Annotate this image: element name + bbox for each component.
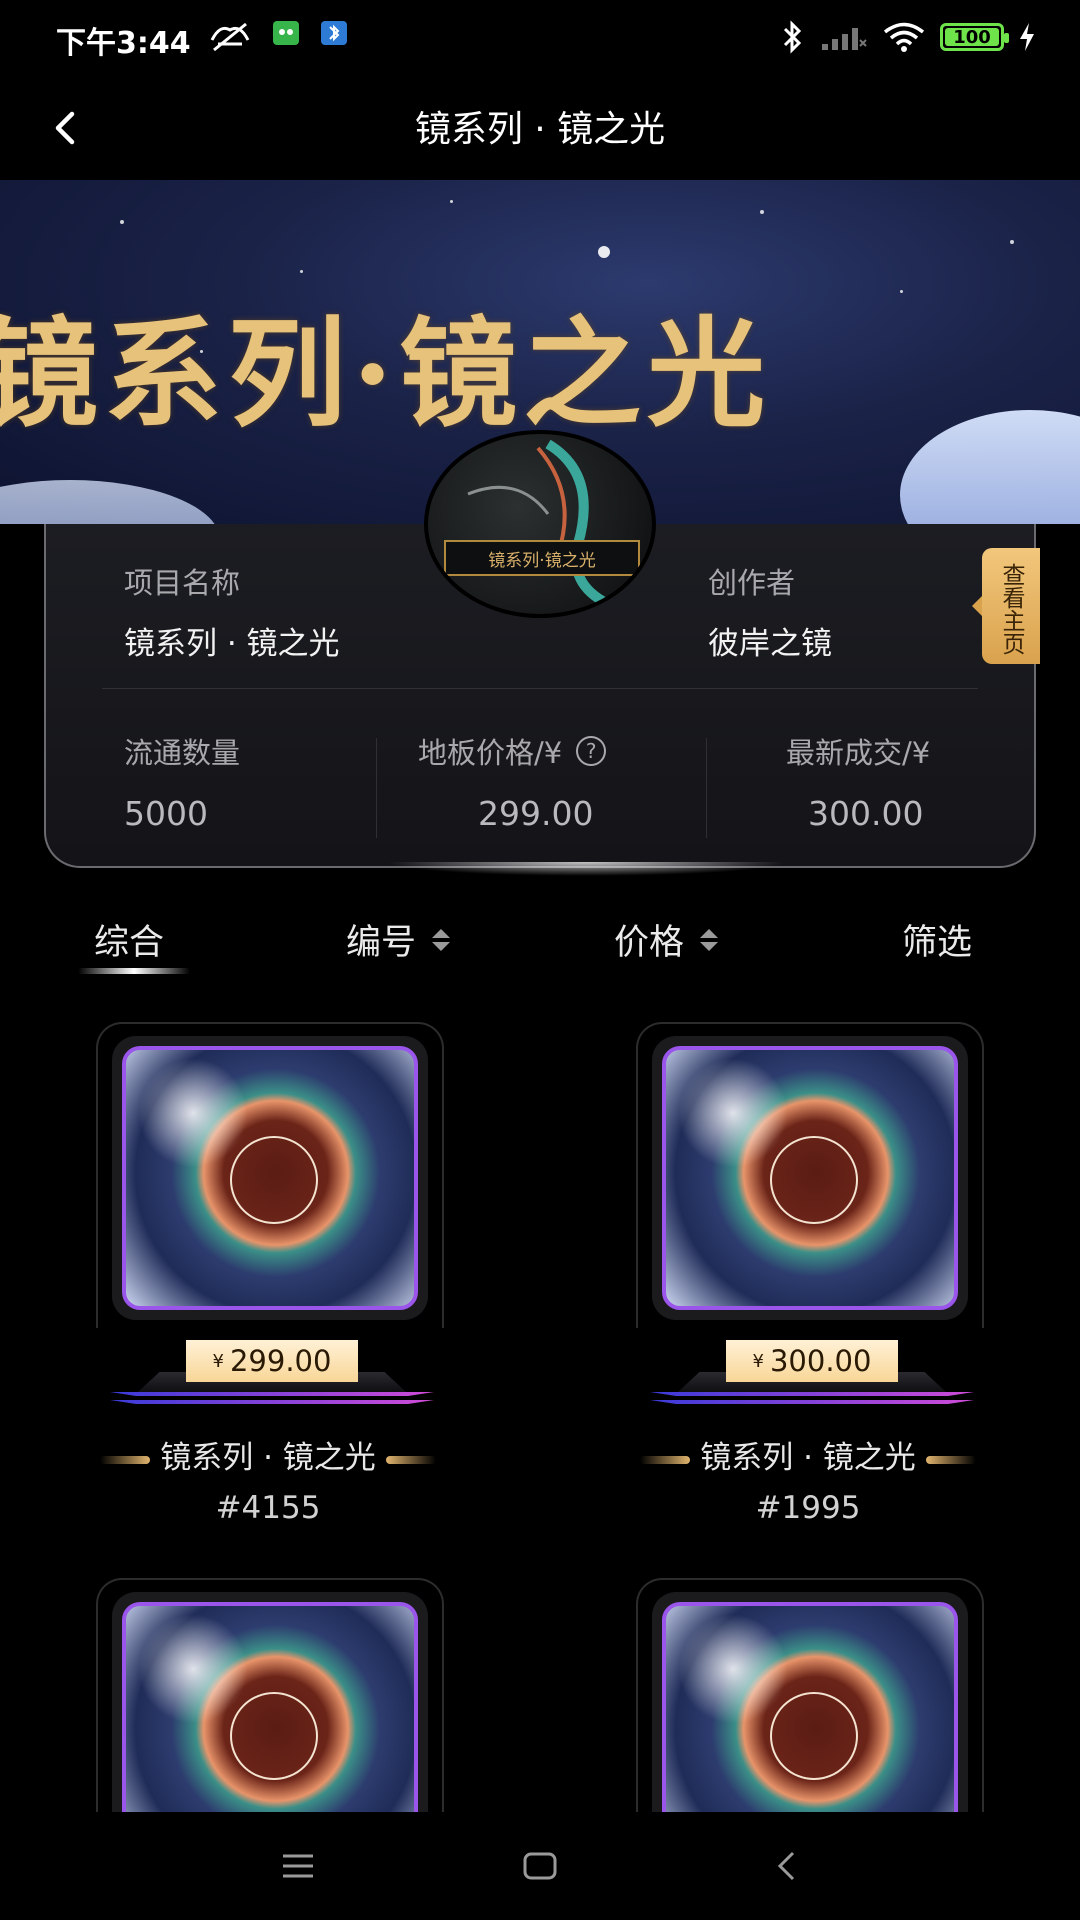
tab-filter[interactable]: 筛选 (902, 914, 972, 965)
nft-artwork (662, 1602, 958, 1812)
active-tab-indicator (78, 968, 190, 974)
sort-bar: 综合 编号 价格 筛选 (0, 900, 1080, 980)
floor-price-label: 地板价格/¥ (418, 736, 563, 770)
last-trade-label: 最新成交/¥ (786, 736, 931, 770)
info-divider-vertical (706, 738, 707, 838)
nft-item-card[interactable]: ¥ 300.00 镜系列 · 镜之光 #1995 (618, 1022, 1080, 1542)
bluetooth-notification-icon (321, 21, 347, 45)
item-name-row: 镜系列 · 镜之光 (618, 1432, 998, 1477)
help-icon[interactable]: ? (576, 736, 607, 766)
tab-price-sort[interactable]: 价格 (614, 914, 719, 965)
card-glow (386, 862, 786, 876)
mute-icon (210, 22, 250, 52)
creator-label: 创作者 (708, 566, 796, 600)
nft-item-card[interactable] (78, 1578, 558, 1812)
item-number: #1995 (755, 1490, 861, 1526)
avatar-art (467, 439, 611, 609)
home-icon (523, 1852, 557, 1880)
last-trade-value: 300.00 (808, 794, 924, 833)
item-price: 300.00 (769, 1344, 872, 1378)
sort-arrows-icon (432, 928, 451, 951)
nft-item-card[interactable] (618, 1578, 1080, 1812)
title-ornament (100, 1455, 151, 1464)
title-ornament (385, 1455, 436, 1464)
floor-price-label-group: 地板价格/¥ ? (418, 730, 607, 772)
item-name: 镜系列 · 镜之光 (160, 1440, 376, 1476)
tab-overall[interactable]: 综合 (94, 914, 164, 965)
title-ornament (925, 1455, 976, 1464)
page: 下午3:44 100 镜系列 · 镜之光 镜系列·镜之光 项目名称 镜系列 · … (0, 0, 1080, 1920)
creator-value: 彼岸之镜 (708, 626, 832, 662)
view-homepage-button[interactable]: 查看主页 (972, 548, 1040, 664)
tab-number-sort[interactable]: 编号 (346, 914, 451, 965)
info-divider (102, 688, 978, 689)
status-right: 100 (780, 20, 1036, 54)
item-name: 镜系列 · 镜之光 (700, 1440, 916, 1476)
nft-artwork (662, 1046, 958, 1310)
tab-filter-label: 筛选 (902, 923, 973, 963)
wifi-icon (883, 22, 925, 52)
tab-price-label: 价格 (614, 923, 685, 963)
bluetooth-icon (783, 20, 802, 54)
page-title: 镜系列 · 镜之光 (414, 109, 666, 150)
project-name-label: 项目名称 (124, 566, 241, 600)
battery-icon: 100 (940, 23, 1009, 51)
price-stage: ¥ 300.00 (618, 1340, 998, 1410)
status-time: 下午3:44 (56, 26, 191, 61)
nft-item-card[interactable]: ¥ 299.00 镜系列 · 镜之光 #4155 (78, 1022, 558, 1542)
circulation-value: 5000 (124, 794, 208, 833)
menu-button[interactable] (268, 1840, 328, 1892)
avatar-plaque: 镜系列·镜之光 (444, 540, 640, 576)
signal-icon (822, 28, 867, 50)
back-icon (777, 1851, 795, 1881)
project-name-value: 镜系列 · 镜之光 (124, 626, 340, 662)
price-tag: ¥ 300.00 (726, 1340, 898, 1382)
item-number: #4155 (215, 1490, 321, 1526)
nft-artwork (122, 1046, 418, 1310)
nav-bar: 镜系列 · 镜之光 (0, 76, 1080, 180)
tab-overall-label: 综合 (94, 923, 165, 963)
circulation-label: 流通数量 (124, 736, 241, 770)
charging-icon (1020, 23, 1034, 51)
menu-icon (283, 1854, 313, 1878)
item-price: 299.00 (229, 1344, 332, 1378)
status-bar: 下午3:44 100 (0, 0, 1080, 76)
sort-arrows-icon (700, 928, 719, 951)
info-divider-vertical (376, 738, 377, 838)
collection-avatar: 镜系列·镜之光 (424, 430, 656, 618)
app-notification-icon (273, 21, 299, 45)
price-tag: ¥ 299.00 (186, 1340, 358, 1382)
price-stage: ¥ 299.00 (78, 1340, 458, 1410)
title-ornament (640, 1455, 691, 1464)
nft-artwork (122, 1602, 418, 1812)
tab-number-label: 编号 (346, 923, 417, 963)
system-back-button[interactable] (756, 1840, 816, 1892)
item-name-row: 镜系列 · 镜之光 (78, 1432, 458, 1477)
home-button[interactable] (510, 1840, 570, 1892)
banner-title: 镜系列·镜之光 (0, 304, 772, 443)
floor-price-value: 299.00 (478, 794, 594, 833)
battery-level: 100 (953, 26, 991, 48)
system-nav-bar (0, 1812, 1080, 1920)
